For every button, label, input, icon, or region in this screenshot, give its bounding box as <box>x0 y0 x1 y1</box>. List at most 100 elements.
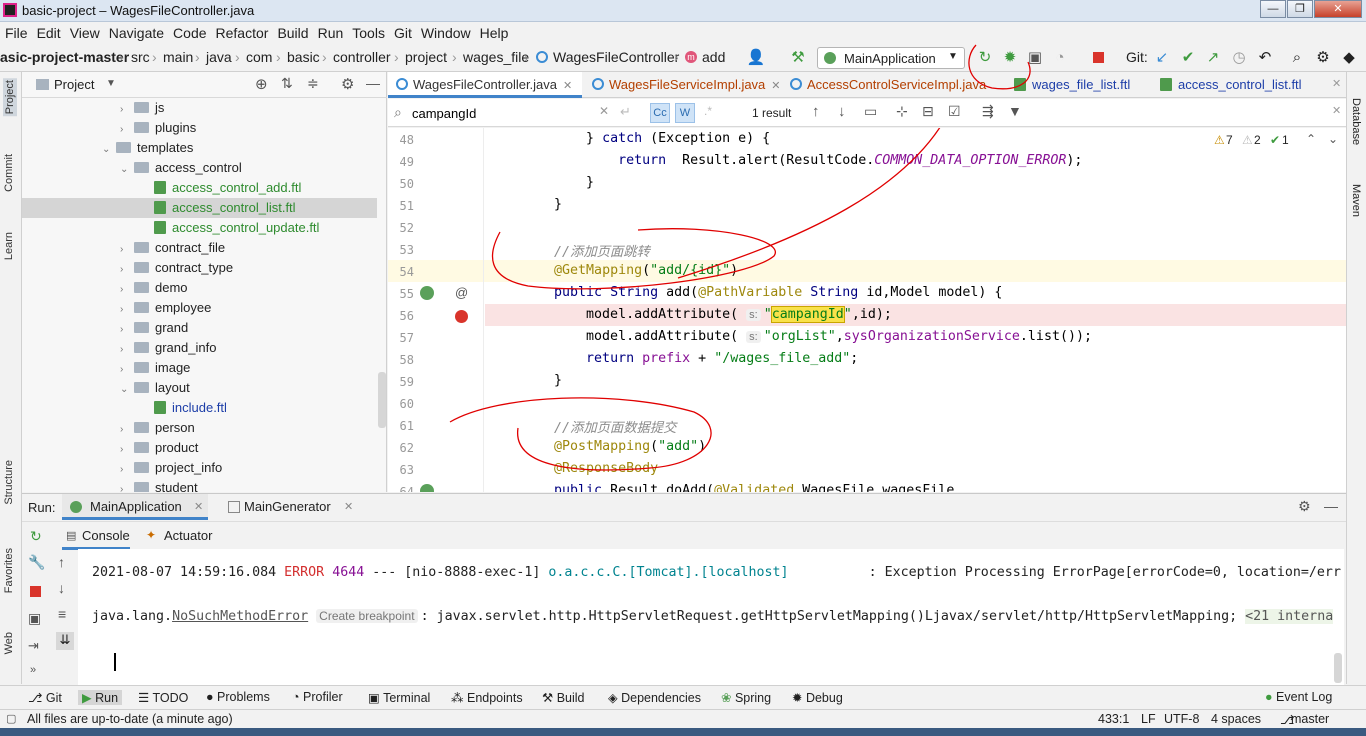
tree-item[interactable]: › employee <box>22 298 377 318</box>
tool-window-commit[interactable]: Commit <box>3 154 15 192</box>
internal-frames-fold[interactable]: <21 interna <box>1245 609 1334 624</box>
breadcrumb-project-pkg[interactable]: project <box>405 49 447 65</box>
select-all-icon[interactable]: ☑ <box>948 103 961 120</box>
tool-window-learn[interactable]: Learn <box>3 232 15 260</box>
close-icon[interactable]: ✕ <box>344 500 353 513</box>
search-icon[interactable]: ⌕ <box>1287 48 1307 68</box>
scroll-to-end-icon[interactable]: ⇊ <box>56 632 74 650</box>
console-scrollbar[interactable] <box>1334 653 1342 683</box>
scroll-down-icon[interactable]: ↓ <box>58 580 65 596</box>
exception-class-link[interactable]: NoSuchMethodError <box>172 609 308 624</box>
breadcrumb-wages-file[interactable]: wages_file <box>463 49 529 65</box>
chevron-right-icon[interactable]: › <box>120 440 134 460</box>
tool-tab-git[interactable]: ⎇ Git <box>28 690 62 705</box>
tool-window-structure[interactable]: Structure <box>3 460 15 505</box>
breadcrumb-project[interactable]: asic-project-master <box>0 49 129 65</box>
line-separator[interactable]: LF <box>1141 712 1156 726</box>
tool-window-web[interactable]: Web <box>3 632 15 654</box>
menu-tools[interactable]: Tools <box>347 22 389 41</box>
tool-tab-debug[interactable]: ✹ Debug <box>792 690 843 705</box>
tool-tab-spring[interactable]: ❀ Spring <box>721 690 771 705</box>
tree-item[interactable]: › contract_file <box>22 238 377 258</box>
chevron-right-icon[interactable]: › <box>120 100 134 120</box>
tab-console[interactable]: ▤ Console <box>62 522 130 550</box>
more-icon[interactable]: » <box>30 664 36 676</box>
collapse-all-icon[interactable]: ≑ <box>307 75 319 92</box>
chevron-right-icon[interactable]: › <box>120 300 134 320</box>
close-find-icon[interactable]: ✕ <box>1332 104 1341 117</box>
tool-tab-profiler[interactable]: ◔ Profiler <box>292 690 343 704</box>
filter-icon[interactable]: ▼ <box>1008 103 1022 119</box>
chevron-down-icon[interactable]: ⌄ <box>120 160 134 180</box>
project-panel-title[interactable]: Project <box>54 77 94 92</box>
tool-window-project[interactable]: Project <box>3 78 17 117</box>
hide-icon[interactable]: — <box>366 75 380 91</box>
chevron-right-icon[interactable]: › <box>120 360 134 380</box>
chevron-right-icon[interactable]: › <box>120 120 134 140</box>
tree-item[interactable]: access_control_update.ftl <box>22 218 377 238</box>
minimize-button[interactable]: — <box>1260 0 1286 18</box>
chevron-right-icon[interactable]: › <box>120 340 134 360</box>
tool-tab-terminal[interactable]: ▣ Terminal <box>368 690 430 705</box>
tree-item[interactable]: include.ftl <box>22 398 377 418</box>
ide-logo-icon[interactable]: ◆ <box>1339 48 1359 68</box>
console-output[interactable]: 2021-08-07 14:59:16.084 ERROR 4644 --- [… <box>78 549 1344 685</box>
stop-icon[interactable] <box>1093 52 1104 63</box>
git-commit-icon[interactable]: ✔ <box>1178 48 1198 68</box>
tab-access-control-list[interactable]: access_control_list.ftl <box>1152 72 1302 98</box>
close-button[interactable]: ✕ <box>1314 0 1362 18</box>
code-editor[interactable]: 48 } catch (Exception e) {49 return Resu… <box>388 128 1348 492</box>
match-case-toggle[interactable]: Cc <box>650 103 670 123</box>
new-line-icon[interactable]: ↵ <box>620 104 631 120</box>
chevron-right-icon[interactable]: › <box>120 260 134 280</box>
tool-window-maven[interactable]: Maven <box>1350 184 1362 217</box>
close-icon[interactable]: ✕ <box>563 80 572 92</box>
camera-icon[interactable]: ▣ <box>28 610 41 627</box>
tree-item[interactable]: access_control_add.ftl <box>22 178 377 198</box>
tree-item[interactable]: access_control_list.ftl <box>22 198 377 218</box>
chevron-down-icon[interactable]: ⌄ <box>102 140 116 160</box>
status-toggle-icon[interactable]: ▢ <box>6 712 16 725</box>
breadcrumb-basic[interactable]: basic <box>287 49 320 65</box>
chevron-right-icon[interactable]: › <box>120 280 134 300</box>
menu-file[interactable]: File <box>0 22 32 41</box>
rollback-icon[interactable]: ↶ <box>1255 48 1275 68</box>
breadcrumb-main[interactable]: main <box>163 49 193 65</box>
run-tab-mainapplication[interactable]: MainApplication ✕ <box>62 494 208 520</box>
regex-toggle[interactable]: .* <box>704 104 712 118</box>
locate-icon[interactable]: ⊕ <box>255 75 268 93</box>
breadcrumb-class[interactable]: WagesFileController <box>553 49 679 65</box>
tree-item[interactable]: ⌄ templates <box>22 138 377 158</box>
chevron-down-icon[interactable]: ▼ <box>106 78 116 89</box>
exit-icon[interactable]: ⇥ <box>28 638 39 654</box>
tab-actuator[interactable]: ✦ Actuator <box>144 522 224 550</box>
add-selection-icon[interactable]: ⊹ <box>896 103 908 120</box>
tree-item[interactable]: › project_info <box>22 458 377 478</box>
gear-icon[interactable]: ⚙ <box>341 75 354 93</box>
remove-selection-icon[interactable]: ⊟ <box>922 103 934 120</box>
menu-build[interactable]: Build <box>272 22 312 41</box>
user-icon[interactable]: 👤 <box>746 48 766 68</box>
menu-view[interactable]: View <box>65 22 104 41</box>
tool-window-favorites[interactable]: Favorites <box>3 548 15 593</box>
breadcrumb-com[interactable]: com <box>246 49 272 65</box>
words-toggle[interactable]: W <box>675 103 695 123</box>
breadcrumb-method[interactable]: add <box>702 49 725 65</box>
caret-position[interactable]: 433:1 <box>1098 712 1129 726</box>
tabs-overflow-icon[interactable]: ✕ <box>1332 77 1341 90</box>
expand-all-icon[interactable]: ⇅ <box>281 75 293 92</box>
tool-tab-dependencies[interactable]: ◈ Dependencies <box>608 690 701 705</box>
event-log-tab[interactable]: ● Event Log <box>1265 690 1332 704</box>
maximize-button[interactable]: ❐ <box>1287 0 1313 18</box>
create-breakpoint-link[interactable]: Create breakpoint <box>316 609 418 623</box>
breadcrumb-java[interactable]: java <box>206 49 232 65</box>
menu-code[interactable]: Code <box>168 22 210 41</box>
tree-item[interactable]: › student <box>22 478 377 492</box>
soft-wrap-icon[interactable]: ≡ <box>58 606 66 622</box>
minimize-icon[interactable]: — <box>1324 498 1338 514</box>
history-icon[interactable]: ◷ <box>1229 48 1249 68</box>
breadcrumb-controller[interactable]: controller <box>333 49 391 65</box>
scroll-up-icon[interactable]: ↑ <box>58 554 65 570</box>
menu-refactor[interactable]: Refactor <box>211 22 273 41</box>
tab-wagesfileserviceimpl[interactable]: WagesFileServiceImpl.java ✕ <box>584 72 781 98</box>
